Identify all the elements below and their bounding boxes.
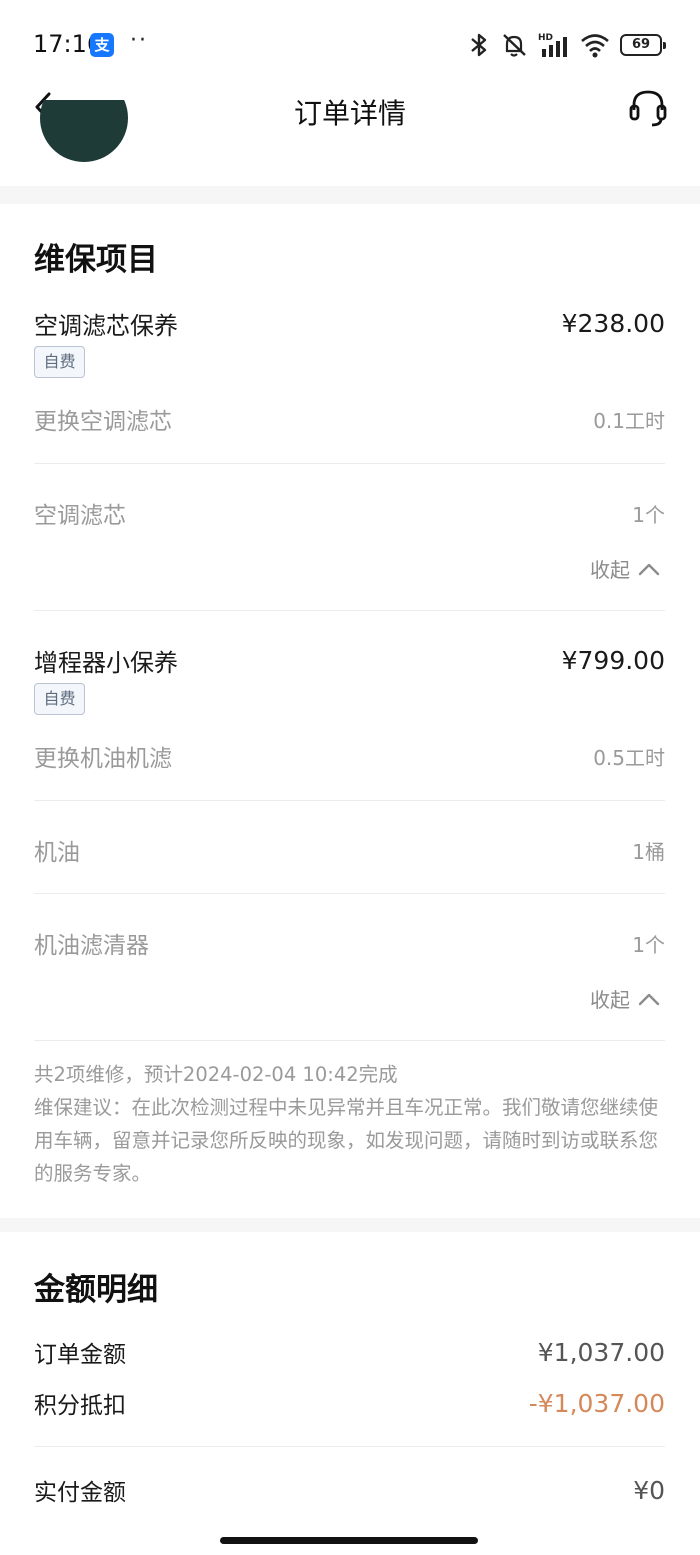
- svg-text:HD: HD: [538, 33, 553, 43]
- maintenance-item: 增程器小保养 ¥799.00: [34, 643, 665, 678]
- self-pay-tag: 自费: [34, 683, 85, 715]
- paid-amount-label: 实付金额: [34, 1480, 126, 1506]
- divider: [34, 610, 665, 611]
- paid-amount-value: ¥0: [633, 1475, 665, 1505]
- points-deduction-row: 积分抵扣 -¥1,037.00: [34, 1386, 665, 1420]
- more-notifications-icon: ··: [130, 28, 148, 53]
- customer-service-button[interactable]: [628, 86, 668, 130]
- item-name: 增程器小保养: [34, 649, 178, 677]
- maintenance-section-title: 维保项目: [34, 242, 158, 278]
- part-qty: 1个: [632, 502, 665, 527]
- headset-icon: [629, 90, 667, 127]
- divider: [34, 1446, 665, 1447]
- labor-name: 更换机油机滤: [34, 746, 172, 772]
- item-price: ¥799.00: [561, 646, 665, 675]
- maintenance-advice: 维保建议：在此次检测过程中未见异常并且车况正常。我们敬请您继续使用车辆，留意并记…: [34, 1096, 659, 1185]
- labor-name: 更换空调滤芯: [34, 409, 172, 435]
- divider: [34, 1040, 665, 1041]
- divider: [34, 463, 665, 464]
- muted-bell-icon: [500, 31, 528, 59]
- status-icons: HD 69: [468, 30, 666, 60]
- order-amount-value: ¥1,037.00: [537, 1337, 665, 1367]
- paid-amount-row: 实付金额 ¥0: [34, 1473, 665, 1507]
- battery-icon: 69: [620, 34, 666, 56]
- item-price: ¥238.00: [561, 309, 665, 338]
- divider: [34, 800, 665, 801]
- part-qty: 1个: [632, 932, 665, 957]
- maintenance-item: 空调滤芯保养 ¥238.00: [34, 306, 665, 341]
- maintenance-summary: 共2项维修，预计2024-02-04 10:42完成 维保建议：在此次检测过程中…: [34, 1058, 665, 1190]
- bluetooth-icon: [468, 32, 490, 58]
- points-deduction-value: -¥1,037.00: [528, 1388, 665, 1418]
- labor-hours: 0.5工时: [593, 745, 665, 770]
- self-pay-tag: 自费: [34, 346, 85, 378]
- part-row: 空调滤芯 1个: [34, 496, 665, 530]
- labor-hours: 0.1工时: [593, 408, 665, 433]
- order-amount-row: 订单金额 ¥1,037.00: [34, 1335, 665, 1369]
- order-amount-label: 订单金额: [34, 1342, 126, 1368]
- alipay-icon: 支: [90, 33, 114, 57]
- item-name: 空调滤芯保养: [34, 312, 178, 340]
- status-bar: 17:16 支 ·· HD 69: [0, 0, 700, 90]
- collapse-button[interactable]: 收起: [590, 554, 660, 583]
- home-indicator[interactable]: [220, 1537, 478, 1544]
- summary-line: 共2项维修，预计2024-02-04 10:42完成: [34, 1063, 398, 1086]
- collapse-button[interactable]: 收起: [590, 984, 660, 1013]
- collapse-label: 收起: [590, 988, 630, 1012]
- points-deduction-label: 积分抵扣: [34, 1393, 126, 1419]
- section-divider: [0, 186, 700, 204]
- part-row: 机油滤清器 1个: [34, 926, 665, 960]
- chevron-up-icon: [638, 993, 660, 1005]
- avatar: [40, 100, 128, 162]
- part-name: 空调滤芯: [34, 503, 126, 529]
- labor-row: 更换空调滤芯 0.1工时: [34, 402, 665, 436]
- part-qty: 1桶: [632, 839, 665, 864]
- part-name: 机油滤清器: [34, 933, 149, 959]
- chevron-up-icon: [638, 563, 660, 575]
- part-row: 机油 1桶: [34, 833, 665, 867]
- part-name: 机油: [34, 840, 80, 866]
- wifi-icon: [580, 32, 610, 58]
- labor-row: 更换机油机滤 0.5工时: [34, 739, 665, 773]
- amount-section-title: 金额明细: [34, 1272, 158, 1308]
- collapse-label: 收起: [590, 558, 630, 582]
- section-divider: [0, 1218, 700, 1232]
- divider: [34, 893, 665, 894]
- signal-icon: HD: [538, 31, 570, 59]
